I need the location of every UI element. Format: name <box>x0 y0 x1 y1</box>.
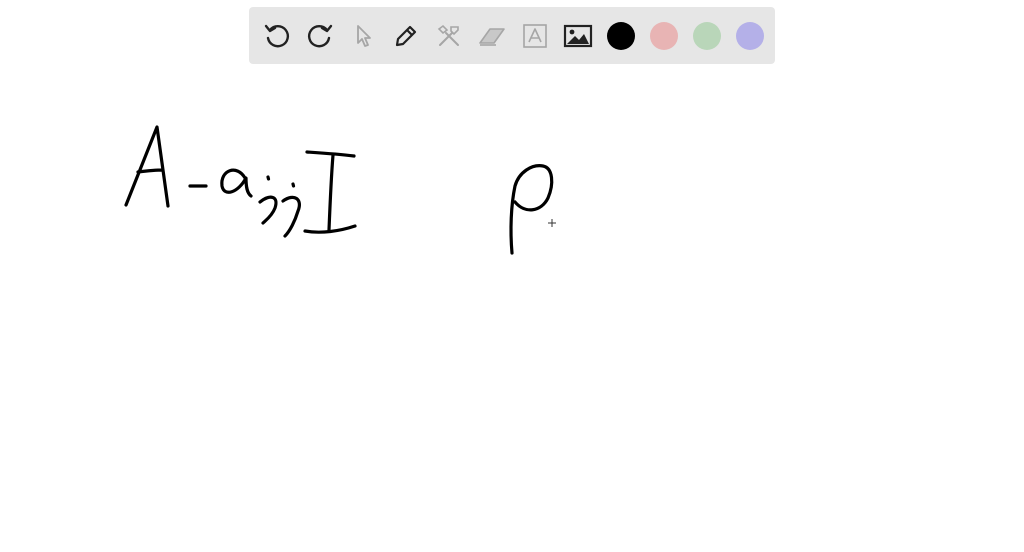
color-swatch-black[interactable] <box>599 14 642 57</box>
undo-icon <box>264 24 289 47</box>
color-dot-black <box>606 21 635 50</box>
image-icon <box>563 24 592 47</box>
stroke-subscript-ij <box>258 195 301 238</box>
text-icon <box>522 23 547 48</box>
select-button[interactable] <box>341 14 384 57</box>
stroke-letter-rho <box>509 164 554 255</box>
handwriting-strokes <box>124 125 556 255</box>
color-dot-green <box>692 21 721 50</box>
redo-icon <box>307 24 332 47</box>
color-dot-purple <box>735 21 764 50</box>
pen-icon <box>395 25 416 46</box>
eraser-icon <box>478 27 505 46</box>
text-button[interactable] <box>513 14 556 57</box>
crosshair-cursor <box>548 219 556 227</box>
drawing-toolbar <box>249 7 775 64</box>
undo-button[interactable] <box>255 14 298 57</box>
image-button[interactable] <box>556 14 599 57</box>
stroke-letter-i <box>303 150 357 234</box>
tools-icon <box>437 24 459 46</box>
tools-button[interactable] <box>427 14 470 57</box>
whiteboard-canvas[interactable] <box>0 0 1024 552</box>
color-swatch-red[interactable] <box>642 14 685 57</box>
pen-button[interactable] <box>384 14 427 57</box>
stroke-letter-small-a <box>220 168 253 198</box>
redo-button[interactable] <box>298 14 341 57</box>
eraser-button[interactable] <box>470 14 513 57</box>
stroke-letter-a <box>124 125 170 208</box>
color-dot-red <box>649 21 678 50</box>
color-swatch-purple[interactable] <box>728 14 771 57</box>
color-swatch-green[interactable] <box>685 14 728 57</box>
stroke-subscript-dots <box>266 175 296 188</box>
select-pointer-icon <box>356 24 371 47</box>
